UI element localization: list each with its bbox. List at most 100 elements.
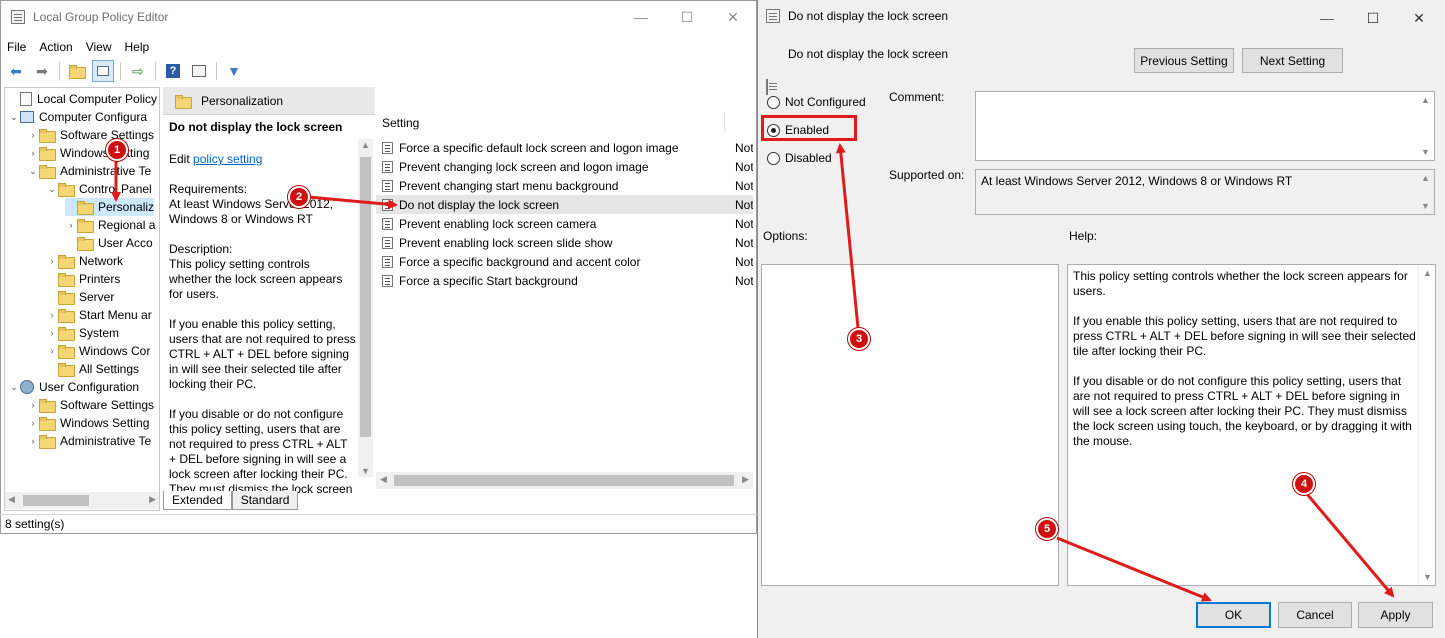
- radio-not-configured-label[interactable]: Not Configured: [785, 95, 866, 109]
- scroll-down-icon[interactable]: ▼: [1419, 570, 1436, 584]
- chevron-right-icon[interactable]: ›: [27, 400, 39, 410]
- menu-file[interactable]: File: [1, 38, 33, 56]
- dialog-maximize-button[interactable]: ☐: [1350, 2, 1396, 34]
- tree-item[interactable]: Printers: [46, 270, 120, 288]
- forward-arrow-icon[interactable]: ➡: [31, 60, 53, 82]
- next-setting-button[interactable]: Next Setting: [1242, 48, 1343, 73]
- tree-item[interactable]: Server: [46, 288, 114, 306]
- tree-item[interactable]: ⌄ Control Panel: [46, 180, 152, 198]
- radio-disabled[interactable]: Disabled: [767, 151, 832, 165]
- chevron-down-icon[interactable]: ⌄: [8, 382, 20, 393]
- tree-item[interactable]: › Software Settings: [27, 396, 154, 414]
- scroll-up-icon[interactable]: ▲: [361, 140, 370, 150]
- tree-item[interactable]: › System: [46, 324, 119, 342]
- minimize-button[interactable]: —: [618, 1, 664, 33]
- scroll-down-icon[interactable]: ▼: [1417, 199, 1434, 213]
- chevron-right-icon[interactable]: ›: [27, 418, 39, 428]
- chevron-right-icon[interactable]: ›: [27, 148, 39, 158]
- up-folder-icon[interactable]: [66, 60, 88, 82]
- chevron-right-icon[interactable]: ›: [46, 256, 58, 266]
- dialog-close-button[interactable]: ✕: [1396, 2, 1442, 34]
- menu-help[interactable]: Help: [119, 38, 157, 56]
- chevron-right-icon[interactable]: ›: [46, 310, 58, 320]
- radio-disabled-label[interactable]: Disabled: [785, 151, 832, 165]
- setting-row[interactable]: Prevent changing start menu background No…: [376, 176, 753, 195]
- filter-icon[interactable]: ▼: [223, 60, 245, 82]
- ok-button[interactable]: OK: [1196, 602, 1271, 628]
- tree-item[interactable]: › Network: [46, 252, 123, 270]
- setting-row[interactable]: Force a specific default lock screen and…: [376, 138, 753, 157]
- radio-disabled-control[interactable]: [767, 151, 780, 165]
- list-horizontal-scrollbar[interactable]: ◀ ▶: [376, 472, 753, 489]
- tab-extended[interactable]: Extended: [163, 491, 232, 510]
- tree-item[interactable]: › Software Settings: [27, 126, 154, 144]
- tree-item[interactable]: › Administrative Te: [27, 432, 151, 450]
- tree-horizontal-scrollbar[interactable]: ◀ ▶: [5, 492, 159, 509]
- setting-row[interactable]: Force a specific Start background Not: [376, 271, 753, 290]
- tree-item[interactable]: › Windows Cor: [46, 342, 150, 360]
- scroll-up-icon[interactable]: ▲: [1417, 171, 1434, 185]
- scroll-down-icon[interactable]: ▼: [1417, 145, 1434, 159]
- tree-item[interactable]: › Start Menu ar: [46, 306, 152, 324]
- scroll-right-icon[interactable]: ▶: [742, 474, 749, 485]
- chevron-right-icon[interactable]: ›: [46, 346, 58, 356]
- chevron-right-icon[interactable]: ›: [27, 436, 39, 446]
- pane-header: Personalization: [163, 87, 375, 115]
- scroll-down-icon[interactable]: ▼: [361, 466, 370, 476]
- tree-item[interactable]: › Windows Setting: [27, 414, 149, 432]
- setting-row[interactable]: Force a specific background and accent c…: [376, 252, 753, 271]
- tree-item[interactable]: ⌄ User Configuration: [8, 378, 139, 396]
- supported-scrollbar[interactable]: ▲ ▼: [1417, 170, 1434, 214]
- tree-item[interactable]: User Acco: [65, 234, 153, 252]
- maximize-button[interactable]: ☐: [664, 1, 710, 33]
- show-hide-tree-icon[interactable]: [92, 60, 114, 82]
- tree-item[interactable]: Personaliz: [65, 198, 155, 216]
- list-scroll-thumb[interactable]: [394, 475, 734, 486]
- close-button[interactable]: ✕: [710, 1, 756, 33]
- edit-policy-setting-link[interactable]: policy setting: [193, 152, 262, 166]
- help-icon[interactable]: ?: [162, 60, 184, 82]
- description-scroll-thumb[interactable]: [360, 157, 371, 437]
- description-line: this policy setting, users that are: [169, 422, 341, 436]
- scroll-up-icon[interactable]: ▲: [1419, 266, 1436, 280]
- cancel-button[interactable]: Cancel: [1278, 602, 1352, 628]
- radio-not-configured-control[interactable]: [767, 95, 780, 109]
- scroll-up-icon[interactable]: ▲: [1417, 93, 1434, 107]
- back-arrow-icon[interactable]: ⬅: [5, 60, 27, 82]
- tree-scroll-thumb[interactable]: [23, 495, 89, 506]
- setting-row[interactable]: Do not display the lock screen Not: [376, 195, 753, 214]
- chevron-right-icon[interactable]: ›: [27, 130, 39, 140]
- tree-item[interactable]: ⌄ Administrative Te: [27, 162, 151, 180]
- chevron-right-icon[interactable]: ›: [46, 328, 58, 338]
- radio-not-configured[interactable]: Not Configured: [767, 95, 866, 109]
- menu-view[interactable]: View: [80, 38, 119, 56]
- help-scrollbar[interactable]: ▲ ▼: [1418, 265, 1435, 585]
- chevron-down-icon[interactable]: ⌄: [8, 112, 20, 123]
- setting-row[interactable]: Prevent changing lock screen and logon i…: [376, 157, 753, 176]
- previous-setting-button[interactable]: Previous Setting: [1134, 48, 1234, 73]
- tree-item[interactable]: All Settings: [46, 360, 139, 378]
- scroll-right-icon[interactable]: ▶: [149, 494, 156, 505]
- export-list-icon[interactable]: ⇨: [127, 60, 149, 82]
- tree-item[interactable]: › Windows Setting: [27, 144, 149, 162]
- setting-row[interactable]: Prevent enabling lock screen slide show N…: [376, 233, 753, 252]
- scroll-left-icon[interactable]: ◀: [8, 494, 15, 505]
- chevron-down-icon[interactable]: ⌄: [27, 166, 39, 177]
- setting-row[interactable]: Prevent enabling lock screen camera Not: [376, 214, 753, 233]
- properties-icon[interactable]: [188, 60, 210, 82]
- tree-item[interactable]: ⌄ Computer Configura: [8, 108, 147, 126]
- comment-textarea[interactable]: ▲ ▼: [975, 91, 1435, 161]
- setting-column-header[interactable]: Setting: [382, 116, 419, 130]
- scroll-left-icon[interactable]: ◀: [380, 474, 387, 485]
- dialog-minimize-button[interactable]: —: [1304, 2, 1350, 34]
- tab-standard[interactable]: Standard: [231, 491, 299, 510]
- tree-item[interactable]: › Regional a: [65, 216, 155, 234]
- menu-action[interactable]: Action: [33, 38, 79, 56]
- computer-icon: [20, 111, 34, 123]
- description-vertical-scrollbar[interactable]: ▲ ▼: [358, 139, 373, 477]
- comment-scrollbar[interactable]: ▲ ▼: [1417, 92, 1434, 160]
- tree-item[interactable]: Local Computer Policy: [8, 90, 157, 108]
- apply-button[interactable]: Apply: [1358, 602, 1433, 628]
- chevron-down-icon[interactable]: ⌄: [46, 184, 58, 195]
- chevron-right-icon[interactable]: ›: [65, 220, 77, 230]
